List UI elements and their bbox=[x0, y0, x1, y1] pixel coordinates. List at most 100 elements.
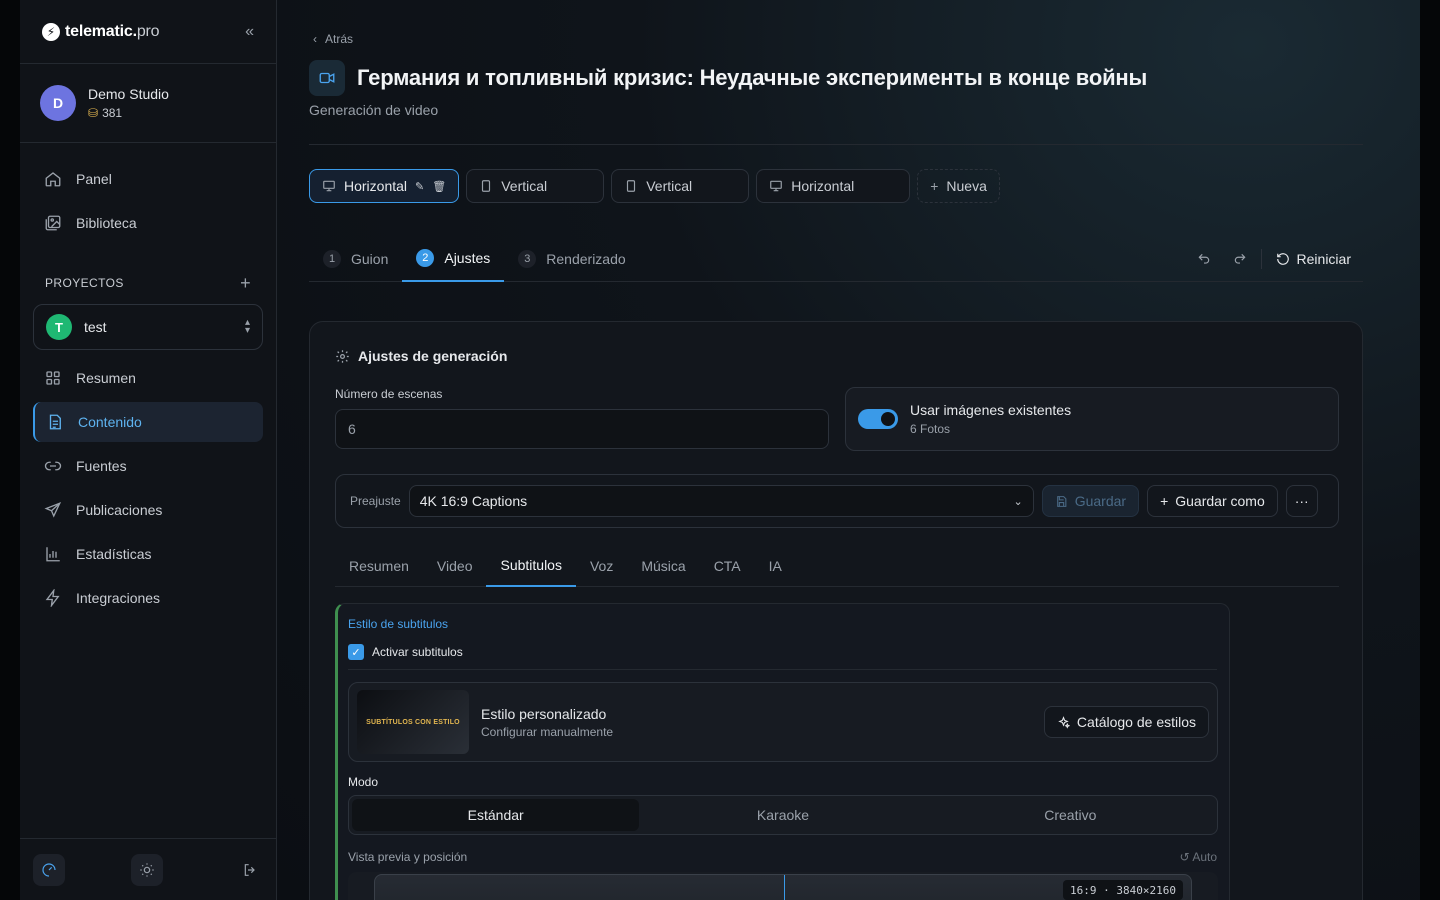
card-heading-label: Ajustes de generación bbox=[358, 348, 508, 364]
variant-tab-vertical-2[interactable]: Vertical bbox=[611, 169, 750, 203]
speed-gauge-button[interactable] bbox=[33, 853, 65, 886]
variant-tab-vertical-1[interactable]: Vertical bbox=[466, 169, 605, 203]
auto-position-button[interactable]: ↺ Auto bbox=[1180, 850, 1217, 864]
window-edge-left bbox=[0, 0, 20, 900]
subtab-resumen[interactable]: Resumen bbox=[335, 545, 423, 587]
subtab-video[interactable]: Video bbox=[423, 545, 487, 587]
back-link[interactable]: ‹ Atrás bbox=[313, 32, 353, 46]
toggle-subtitle: 6 Fotos bbox=[910, 422, 951, 436]
variant-tab-horizontal-1[interactable]: Horizontal ✎ 🗑 bbox=[309, 169, 460, 203]
new-variant-button[interactable]: + Nueva bbox=[917, 169, 1000, 203]
project-nav: Resumen Contenido Fuentes Publicaciones … bbox=[20, 350, 276, 620]
nav-item-resumen[interactable]: Resumen bbox=[20, 356, 276, 400]
preview-canvas[interactable]: 16:9 · 3840×2160 bbox=[374, 874, 1192, 900]
center-guide-line bbox=[784, 875, 785, 900]
monitor-icon bbox=[770, 180, 783, 192]
org-name: Demo Studio bbox=[88, 86, 169, 102]
step-tab-guion[interactable]: 1 Guion bbox=[309, 236, 402, 282]
save-as-button[interactable]: + Guardar como bbox=[1147, 485, 1278, 517]
title-row: Германия и топливный кризис: Неудачные э… bbox=[309, 60, 1147, 96]
home-icon bbox=[44, 170, 62, 188]
nav-item-biblioteca[interactable]: Biblioteca bbox=[20, 201, 276, 245]
main-content: ‹ Atrás Германия и топливный кризис: Неу… bbox=[277, 0, 1420, 900]
enable-subtitles-checkbox[interactable]: ✓ bbox=[348, 644, 364, 660]
nav-item-integraciones[interactable]: Integraciones bbox=[20, 576, 276, 620]
nav-item-label: Biblioteca bbox=[76, 215, 137, 231]
generation-settings-card: Ajustes de generación Número de escenas … bbox=[309, 321, 1363, 900]
project-name: test bbox=[84, 319, 107, 335]
phone-icon bbox=[627, 180, 636, 192]
variant-tabs: Horizontal ✎ 🗑 Vertical Vertical Horizon… bbox=[309, 169, 1000, 203]
style-title: Estilo personalizado bbox=[481, 705, 607, 722]
nav-item-label: Estadísticas bbox=[76, 546, 152, 562]
chevron-up-down-icon: ▴ ▾ bbox=[244, 317, 250, 336]
project-selector[interactable]: T test ▴ ▾ bbox=[33, 304, 263, 350]
preview-area: 16:9 · 3840×2160 bbox=[348, 872, 1218, 900]
use-existing-images-switch[interactable] bbox=[858, 409, 898, 429]
chevron-down-icon: ⌄ bbox=[1013, 495, 1023, 508]
enable-subtitles-row[interactable]: ✓ Activar subtitulos bbox=[348, 644, 463, 660]
plus-icon: + bbox=[930, 178, 939, 194]
nav-item-publicaciones[interactable]: Publicaciones bbox=[20, 488, 276, 532]
preset-value: 4K 16:9 Captions bbox=[419, 493, 528, 509]
variant-label: Horizontal bbox=[791, 178, 855, 194]
org-credits: ⛁ 381 bbox=[88, 106, 169, 120]
add-project-icon[interactable]: + bbox=[240, 273, 251, 294]
step-number: 2 bbox=[416, 248, 435, 267]
nav-item-fuentes[interactable]: Fuentes bbox=[20, 444, 276, 488]
phone-icon bbox=[482, 180, 491, 192]
mode-option-creative[interactable]: Creativo bbox=[927, 799, 1214, 831]
trash-icon[interactable]: 🗑 bbox=[432, 180, 446, 193]
undo-icon[interactable] bbox=[1197, 252, 1211, 266]
subtab-voz[interactable]: Voz bbox=[576, 545, 627, 587]
mode-option-standard[interactable]: Estándar bbox=[352, 799, 640, 831]
redo-icon[interactable] bbox=[1233, 252, 1247, 266]
mode-segmented-control: Estándar Karaoke Creativo bbox=[348, 795, 1218, 835]
restart-label: Reiniciar bbox=[1296, 250, 1351, 267]
rotate-ccw-icon: ↺ bbox=[1179, 850, 1190, 864]
page-subtitle: Generación de video bbox=[309, 102, 439, 118]
mode-option-karaoke[interactable]: Karaoke bbox=[639, 799, 926, 831]
subtab-ia[interactable]: IA bbox=[755, 545, 796, 587]
link-icon bbox=[44, 457, 62, 475]
restart-button[interactable]: Reiniciar bbox=[1276, 251, 1351, 267]
variant-label: Vertical bbox=[646, 178, 693, 194]
subtitle-style-heading: Estilo de subtitulos bbox=[348, 617, 449, 631]
theme-toggle-button[interactable] bbox=[131, 853, 163, 886]
step-label: Guion bbox=[351, 250, 389, 267]
image-library-icon bbox=[44, 214, 62, 232]
nav-item-label: Resumen bbox=[76, 370, 136, 386]
preset-select[interactable]: 4K 16:9 Captions ⌄ bbox=[408, 485, 1034, 517]
main-nav: Panel Biblioteca bbox=[20, 143, 276, 245]
save-preset-button[interactable]: Guardar bbox=[1041, 485, 1140, 517]
step-label: Ajustes bbox=[444, 249, 491, 266]
scenes-input[interactable]: 6 bbox=[335, 409, 829, 449]
nav-item-label: Integraciones bbox=[76, 590, 161, 606]
subtab-subtitulos[interactable]: Subtitulos bbox=[486, 545, 576, 587]
preset-row: Preajuste 4K 16:9 Captions ⌄ Guardar + G… bbox=[335, 474, 1339, 528]
step-tab-renderizado[interactable]: 3 Renderizado bbox=[504, 236, 639, 282]
collapse-sidebar-icon[interactable]: « bbox=[245, 23, 254, 41]
logout-icon bbox=[244, 863, 255, 876]
step-number: 3 bbox=[518, 249, 537, 268]
grid-icon bbox=[44, 369, 62, 387]
org-switcher[interactable]: D Demo Studio ⛁ 381 bbox=[20, 64, 276, 143]
save-icon bbox=[1056, 495, 1067, 507]
nav-item-contenido[interactable]: Contenido bbox=[33, 402, 263, 442]
sidebar-footer bbox=[20, 838, 276, 900]
subtab-musica[interactable]: Música bbox=[627, 545, 699, 587]
edit-pencil-icon[interactable]: ✎ bbox=[415, 180, 424, 193]
style-catalog-button[interactable]: Catálogo de estilos bbox=[1043, 706, 1209, 738]
logout-button[interactable] bbox=[242, 862, 258, 878]
nav-item-estadisticas[interactable]: Estadísticas bbox=[20, 532, 276, 576]
use-existing-images-toggle-box: Usar imágenes existentes 6 Fotos bbox=[845, 387, 1339, 451]
variant-tab-horizontal-2[interactable]: Horizontal bbox=[756, 169, 911, 203]
save-as-label: Guardar como bbox=[1175, 493, 1265, 509]
credits-value: 381 bbox=[102, 106, 123, 120]
video-camera-icon bbox=[309, 60, 345, 96]
more-options-button[interactable]: ··· bbox=[1285, 485, 1318, 517]
nav-item-panel[interactable]: Panel bbox=[20, 157, 276, 201]
subtab-cta[interactable]: CTA bbox=[700, 545, 755, 587]
step-tab-ajustes[interactable]: 2 Ajustes bbox=[402, 236, 505, 282]
bar-chart-icon bbox=[44, 545, 62, 563]
